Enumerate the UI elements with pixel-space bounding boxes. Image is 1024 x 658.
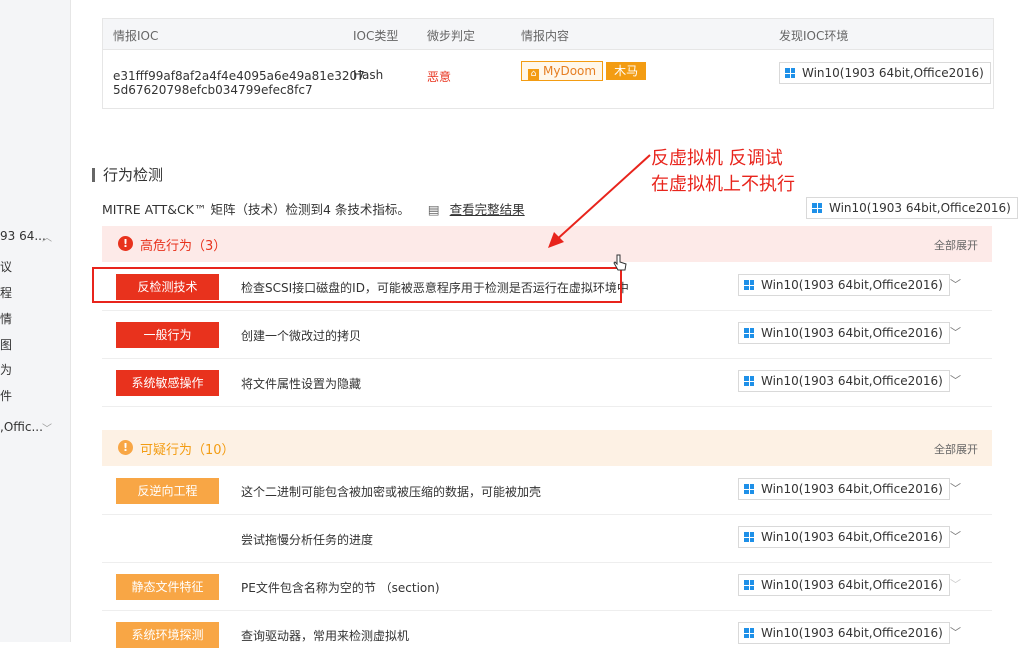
behavior-tag[interactable]: 系统敏感操作 (116, 370, 219, 396)
windows-icon (785, 68, 795, 78)
behavior-tag[interactable]: 反逆向工程 (116, 478, 219, 504)
windows-icon (744, 532, 754, 542)
ioc-hash-line1: e31fff99af8af2a4f4e4095a6e49a81e3207 (113, 69, 365, 83)
chevron-down-icon[interactable]: ﹀ (950, 276, 961, 292)
annotation-text-line2: 在虚拟机上不执行 (651, 174, 795, 195)
chevron-down-icon[interactable]: ﹀ (950, 480, 961, 496)
sidebar-item[interactable]: 件 (0, 387, 12, 404)
ioc-verdict: 恶意 (427, 70, 452, 84)
env-tag: Win10(1903 64bit,Office2016) (738, 274, 950, 296)
behavior-desc: 尝试拖慢分析任务的进度 (241, 533, 374, 547)
ioc-hash-line2: 5d67620798efcb034799efec8fc7 (113, 83, 313, 97)
col-ioc: 情报IOC (113, 29, 159, 43)
col-content: 情报内容 (521, 29, 570, 43)
sidebar-item[interactable]: 图 (0, 336, 12, 353)
chevron-down-icon[interactable]: ﹀ (950, 576, 961, 592)
mitre-summary: MITRE ATT&CK™ 矩阵（技术）检测到4 条技术指标。 ▤ 查看完整结果 (102, 202, 525, 217)
behavior-desc: PE文件包含名称为空的节 （section) (241, 581, 440, 595)
ioc-table: 情报IOC IOC类型 微步判定 情报内容 发现IOC环境 e31fff99af… (102, 18, 994, 109)
sidebar-item[interactable]: 为 (0, 361, 12, 378)
section-bar (92, 168, 95, 182)
behavior-tag[interactable]: 系统环境探测 (116, 622, 219, 648)
trojan-tag[interactable]: 木马 (606, 62, 647, 80)
behavior-row[interactable]: 系统环境探测 查询驱动器，常用来检测虚拟机 Win10(1903 64bit,O… (102, 610, 992, 658)
col-env: 发现IOC环境 (779, 29, 849, 43)
home-icon: ⌂ (528, 69, 539, 80)
behavior-row[interactable]: 静态文件特征 PE文件包含名称为空的节 （section) Win10(1903… (102, 562, 992, 611)
sidebar-item-env[interactable]: 93 64... (0, 229, 46, 243)
chevron-down-icon[interactable]: ﹀ (42, 420, 52, 435)
chevron-up-icon[interactable]: ︿ (42, 229, 52, 244)
suspicious-group-header[interactable]: ! 可疑行为（10） 全部展开 (102, 430, 992, 466)
env-tag: Win10(1903 64bit,Office2016) (738, 574, 950, 596)
left-sidebar: 93 64... ︿ 议 程 情 图 为 件 ,Offic... ﹀ (0, 0, 71, 642)
sidebar-item-env-2[interactable]: ,Offic... (0, 420, 43, 434)
windows-icon (744, 376, 754, 386)
expand-all-button[interactable]: 全部展开 (934, 237, 978, 253)
windows-icon (744, 280, 754, 290)
behavior-row[interactable]: 一般行为 创建一个微改过的拷贝 Win10(1903 64bit,Office2… (102, 310, 992, 359)
behavior-row[interactable]: 系统敏感操作 将文件属性设置为隐藏 Win10(1903 64bit,Offic… (102, 358, 992, 407)
chevron-down-icon[interactable]: ﹀ (950, 528, 961, 544)
annotation-arrow-icon (548, 154, 651, 248)
sidebar-item[interactable]: 议 (0, 258, 12, 275)
windows-icon (812, 203, 822, 213)
sidebar-item[interactable]: 程 (0, 284, 12, 301)
high-risk-label: 高危行为（3） (140, 239, 227, 254)
behavior-row[interactable]: 尝试拖慢分析任务的进度 Win10(1903 64bit,Office2016)… (102, 514, 992, 563)
ioc-type: Hash (353, 68, 384, 82)
ioc-table-header: 情报IOC IOC类型 微步判定 情报内容 发现IOC环境 (103, 19, 993, 50)
ioc-env-tag: Win10(1903 64bit,Office2016) (779, 62, 991, 84)
col-verdict: 微步判定 (427, 29, 476, 43)
mydoom-tag[interactable]: ⌂ MyDoom (521, 61, 604, 81)
behavior-section-title: 行为检测 (92, 164, 163, 185)
chevron-down-icon[interactable]: ﹀ (950, 324, 961, 340)
behavior-desc: 这个二进制可能包含被加密或被压缩的数据，可能被加壳 (241, 485, 542, 499)
behavior-desc: 创建一个微改过的拷贝 (241, 329, 362, 343)
annotation-text-line1: 反虚拟机 反调试 (651, 148, 783, 169)
windows-icon (744, 484, 754, 494)
env-tag: Win10(1903 64bit,Office2016) (738, 622, 950, 644)
env-tag: Win10(1903 64bit,Office2016) (738, 370, 950, 392)
env-tag: Win10(1903 64bit,Office2016) (738, 478, 950, 500)
chevron-down-icon[interactable]: ﹀ (950, 624, 961, 640)
col-ioc-type: IOC类型 (353, 29, 399, 43)
hand-cursor-icon (613, 254, 627, 271)
behavior-env-tag[interactable]: Win10(1903 64bit,Office2016) (806, 197, 1018, 219)
behavior-tag[interactable]: 静态文件特征 (116, 574, 219, 600)
alert-icon: ! (118, 236, 133, 251)
env-tag: Win10(1903 64bit,Office2016) (738, 526, 950, 548)
behavior-desc: 将文件属性设置为隐藏 (241, 377, 362, 391)
chevron-down-icon[interactable]: ﹀ (950, 372, 961, 388)
view-full-results-link[interactable]: 查看完整结果 (450, 202, 525, 217)
alert-icon: ! (118, 440, 133, 455)
env-tag: Win10(1903 64bit,Office2016) (738, 322, 950, 344)
behavior-desc: 查询驱动器，常用来检测虚拟机 (241, 629, 410, 643)
annotation-highlight-box (92, 267, 622, 303)
sidebar-item[interactable]: 情 (0, 310, 12, 327)
windows-icon (744, 628, 754, 638)
behavior-row[interactable]: 反逆向工程 这个二进制可能包含被加密或被压缩的数据，可能被加壳 Win10(19… (102, 466, 992, 515)
windows-icon (744, 328, 754, 338)
ioc-tags: ⌂ MyDoom 木马 (521, 61, 647, 81)
windows-icon (744, 580, 754, 590)
suspicious-label: 可疑行为（10） (140, 443, 235, 458)
expand-all-button[interactable]: 全部展开 (934, 441, 978, 457)
behavior-tag[interactable]: 一般行为 (116, 322, 219, 348)
document-icon: ▤ (427, 202, 440, 217)
